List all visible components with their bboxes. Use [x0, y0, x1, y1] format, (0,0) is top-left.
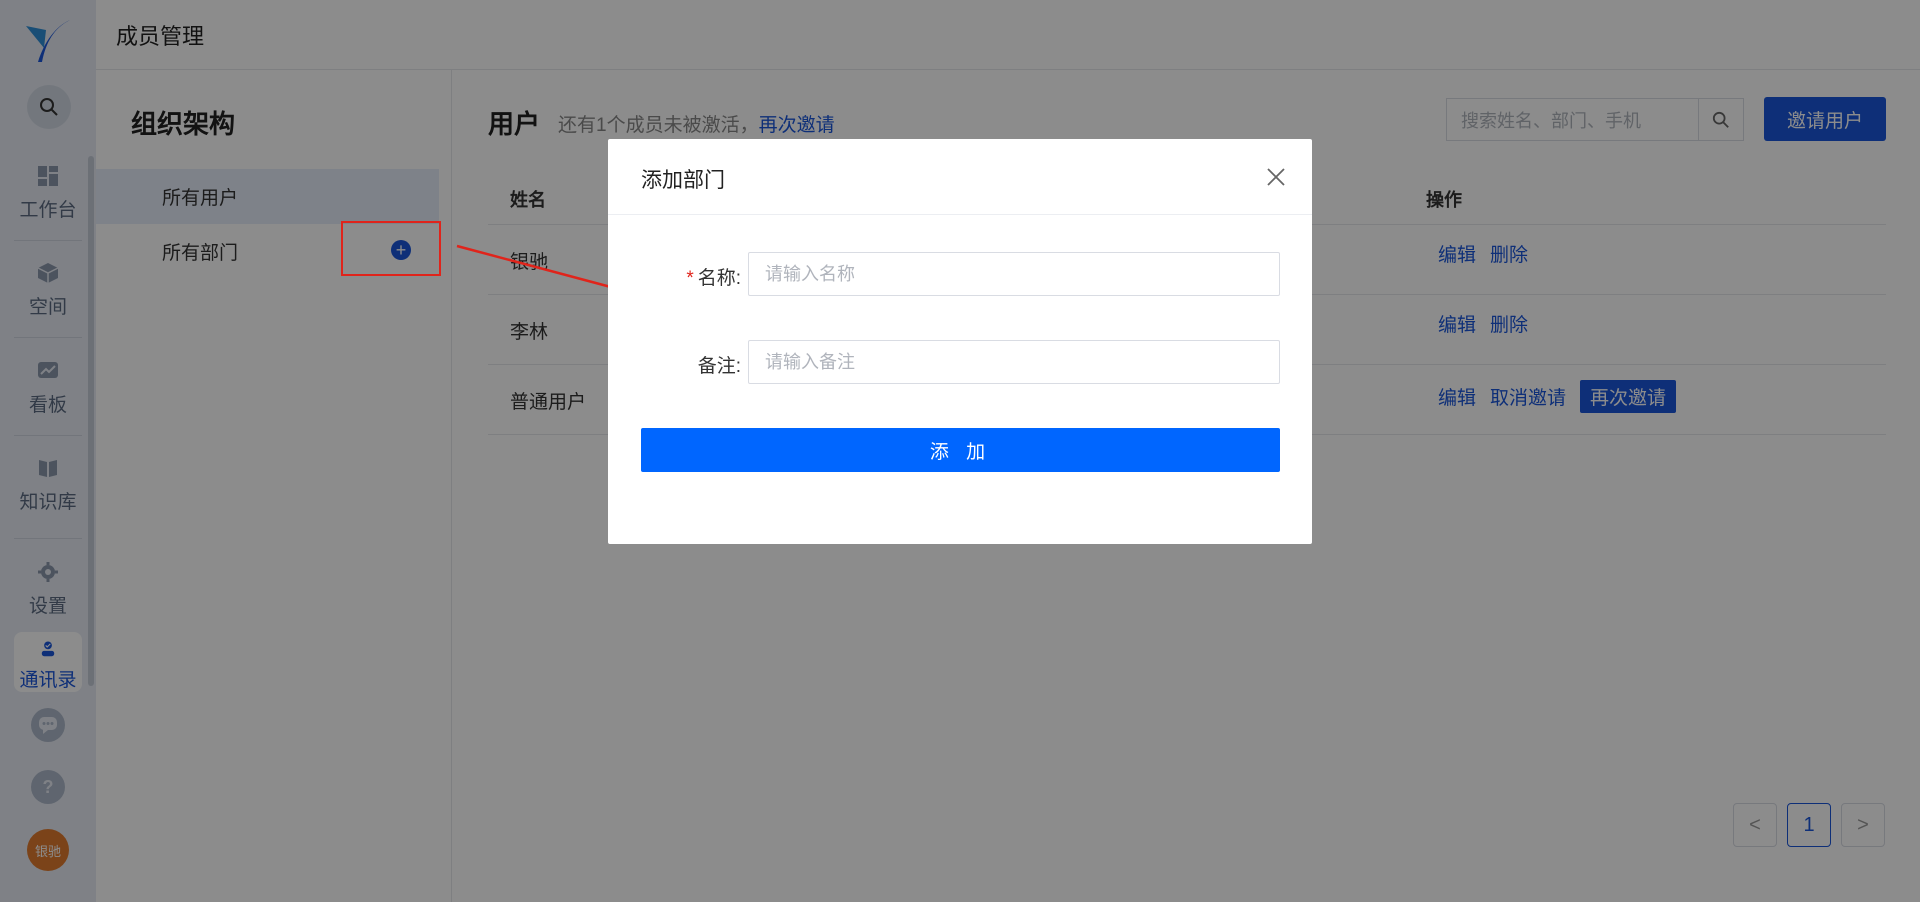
add-department-dialog: 添加部门 *名称: 备注: 添 加 — [608, 139, 1312, 544]
name-label: * 名称: — [631, 263, 741, 290]
note-label: 备注: — [631, 351, 741, 378]
close-icon — [1267, 168, 1285, 186]
required-asterisk: * — [686, 268, 694, 289]
note-label-text: 备注: — [697, 356, 741, 377]
dialog-header: 添加部门 — [608, 139, 1312, 215]
department-name-input[interactable] — [748, 252, 1280, 296]
add-submit-button[interactable]: 添 加 — [641, 428, 1280, 472]
department-note-input[interactable] — [748, 340, 1280, 384]
name-label-text: 名称: — [697, 268, 741, 289]
dialog-title: 添加部门 — [641, 169, 725, 192]
close-button[interactable] — [1263, 164, 1289, 190]
annotation-highlight-box — [341, 221, 441, 276]
